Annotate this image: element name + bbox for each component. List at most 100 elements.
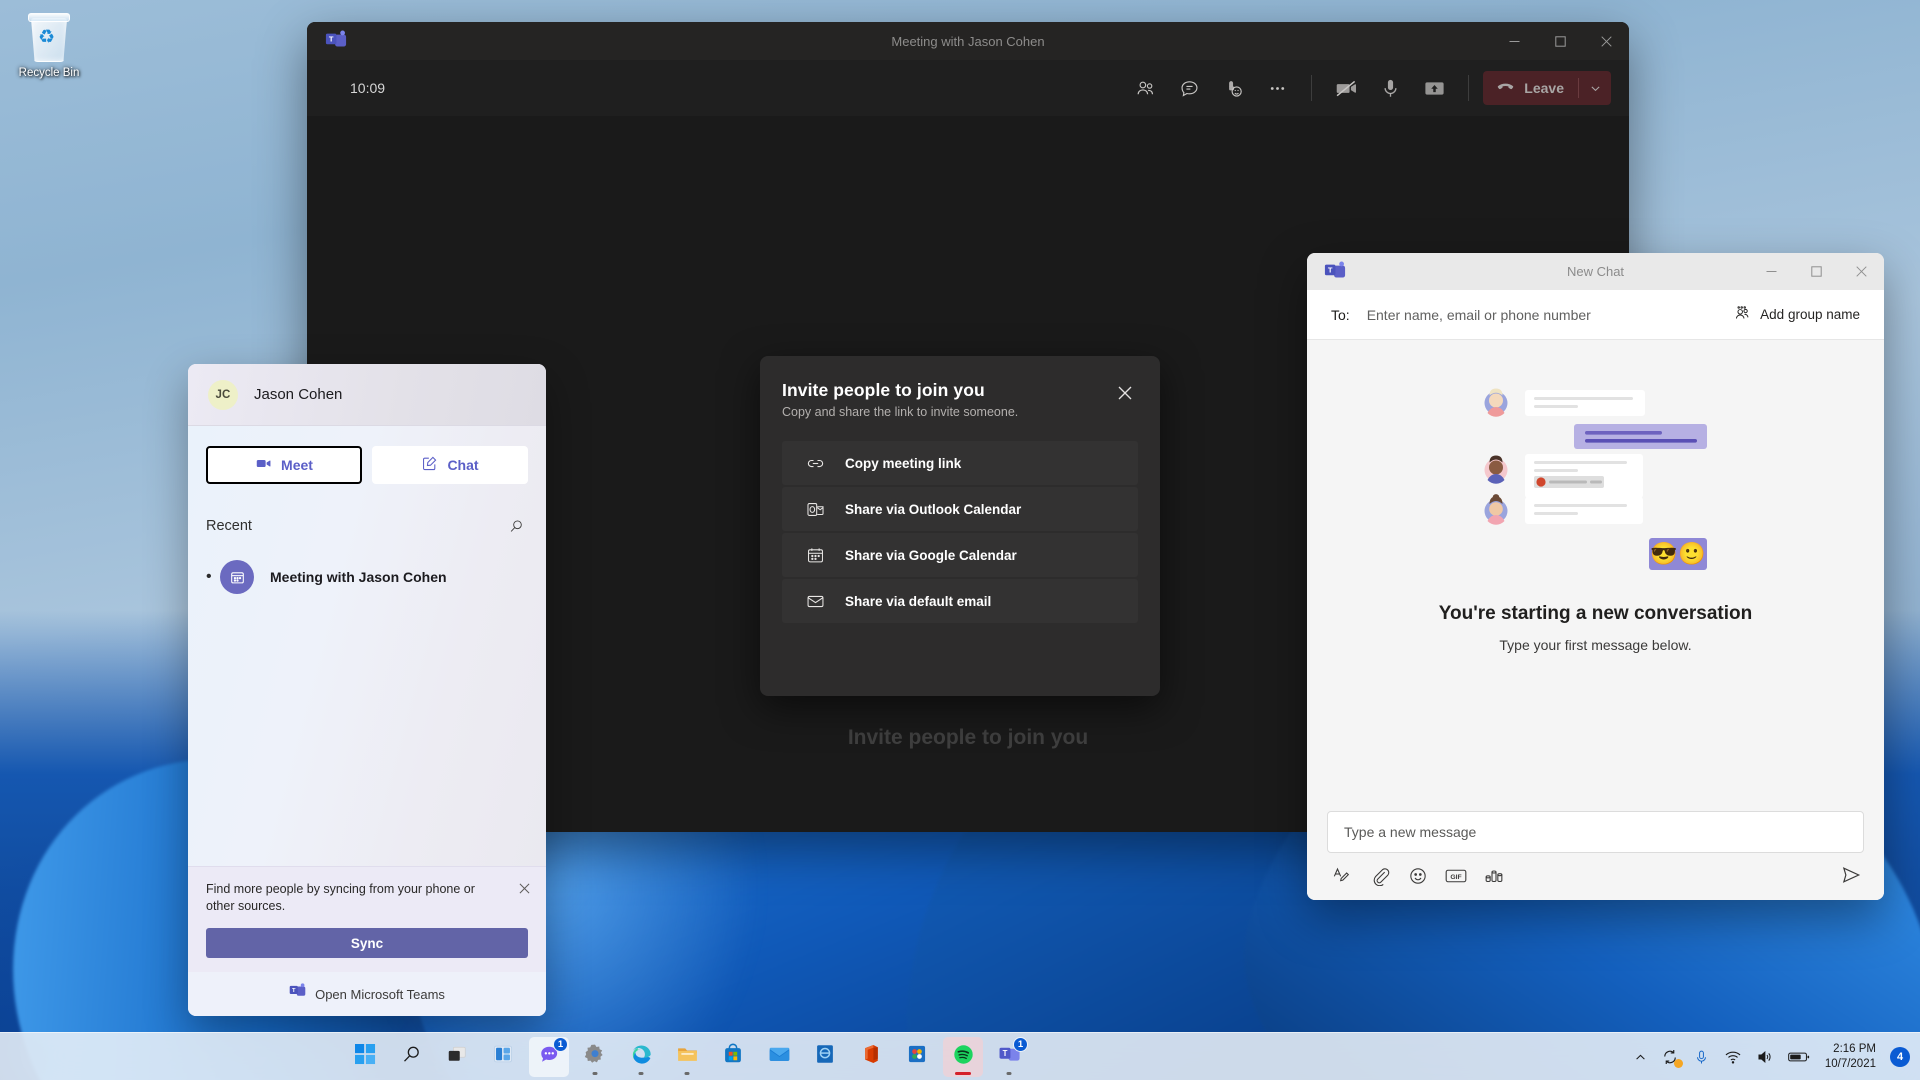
maximize-button[interactable] <box>1794 253 1839 290</box>
list-item-label: Meeting with Jason Cohen <box>270 569 447 585</box>
running-indicator <box>1007 1072 1012 1075</box>
mail-button[interactable] <box>759 1037 799 1077</box>
microphone-icon[interactable] <box>1370 70 1410 106</box>
share-outlook-calendar-button[interactable]: Share via Outlook Calendar <box>782 487 1138 531</box>
meeting-titlebar[interactable]: T Meeting with Jason Cohen <box>307 22 1629 60</box>
meeting-window-controls[interactable] <box>1491 22 1629 60</box>
task-view-button[interactable] <box>437 1037 477 1077</box>
invite-option-label: Share via Outlook Calendar <box>845 502 1021 517</box>
recipient-input[interactable] <box>1367 307 1729 323</box>
add-group-icon <box>1733 304 1751 325</box>
new-chat-window[interactable]: T New Chat To: <box>1307 253 1884 900</box>
invite-dialog[interactable]: Invite people to join you Copy and share… <box>760 356 1160 696</box>
teams-mini-window[interactable]: JC Jason Cohen Meet <box>188 364 546 1016</box>
sync-button[interactable]: Sync <box>206 928 528 958</box>
camera-off-icon[interactable] <box>1326 70 1366 106</box>
close-icon[interactable] <box>1112 380 1138 406</box>
toolbar-divider <box>1311 75 1312 101</box>
settings-button[interactable] <box>575 1037 615 1077</box>
close-button[interactable] <box>1839 253 1884 290</box>
open-teams-button[interactable]: T Open Microsoft Teams <box>188 972 546 1016</box>
message-input[interactable] <box>1327 811 1864 853</box>
meeting-toolbar[interactable]: 10:09 <box>307 60 1629 116</box>
teams-button[interactable]: T 1 <box>989 1037 1029 1077</box>
recipient-row[interactable]: To: Add group name <box>1307 290 1884 340</box>
volume-icon[interactable] <box>1749 1038 1781 1076</box>
svg-text:GIF: GIF <box>1450 874 1461 881</box>
sync-banner: Find more people by syncing from your ph… <box>188 866 546 972</box>
clock-date: 10/7/2021 <box>1825 1057 1876 1072</box>
windows-logo-icon <box>355 1044 376 1070</box>
share-google-calendar-button[interactable]: Share via Google Calendar <box>782 533 1138 577</box>
empty-state-heading: You're starting a new conversation <box>1439 603 1753 625</box>
colorapp-button[interactable] <box>897 1037 937 1077</box>
chevron-up-icon[interactable] <box>1627 1038 1654 1076</box>
people-icon[interactable] <box>1125 70 1165 106</box>
list-item[interactable]: • Meeting with Jason Cohen <box>206 557 528 597</box>
teams-logo-icon: T <box>1324 261 1346 283</box>
link-icon <box>805 453 825 473</box>
reactions-icon[interactable] <box>1213 70 1253 106</box>
close-icon[interactable] <box>515 879 533 897</box>
spotify-icon <box>952 1043 975 1071</box>
teams-mini-tabs: Meet Chat <box>206 446 528 484</box>
add-group-name-button[interactable]: Add group name <box>1729 299 1864 330</box>
toolbar-divider <box>1468 75 1469 101</box>
copy-meeting-link-button[interactable]: Copy meeting link <box>782 441 1138 485</box>
folder-icon <box>676 1043 699 1071</box>
chevron-down-icon[interactable] <box>1579 71 1611 105</box>
edge-icon <box>630 1043 653 1071</box>
file-explorer-button[interactable] <box>667 1037 707 1077</box>
start-button[interactable] <box>345 1037 385 1077</box>
sync-icon[interactable] <box>1654 1038 1686 1076</box>
invite-option-label: Copy meeting link <box>845 456 961 471</box>
bluebox-button[interactable] <box>805 1037 845 1077</box>
recent-section-header: Recent <box>206 514 528 538</box>
sync-button-label: Sync <box>351 936 383 951</box>
desktop-icon-recycle-bin[interactable]: ♻ Recycle Bin <box>8 8 90 80</box>
spotify-button[interactable] <box>943 1037 983 1077</box>
leave-button[interactable]: Leave <box>1483 71 1611 105</box>
meet-button[interactable]: Meet <box>206 446 362 484</box>
sync-status-dot <box>1674 1059 1683 1068</box>
emoji-icon[interactable] <box>1407 865 1429 887</box>
meet-button-label: Meet <box>281 457 313 473</box>
minimize-button[interactable] <box>1491 22 1537 60</box>
edge-button[interactable] <box>621 1037 661 1077</box>
chat-button[interactable]: 1 <box>529 1037 569 1077</box>
share-screen-icon[interactable] <box>1414 70 1454 106</box>
clock[interactable]: 2:16 PM 10/7/2021 <box>1817 1037 1886 1077</box>
minimize-button[interactable] <box>1749 253 1794 290</box>
new-chat-window-controls[interactable] <box>1749 253 1884 290</box>
widgets-button[interactable] <box>483 1037 523 1077</box>
close-button[interactable] <box>1583 22 1629 60</box>
more-options-icon[interactable] <box>1257 70 1297 106</box>
compose-icon <box>421 455 438 475</box>
running-indicator <box>955 1072 971 1075</box>
poll-icon[interactable] <box>1483 865 1505 887</box>
format-icon[interactable] <box>1331 865 1353 887</box>
maximize-button[interactable] <box>1537 22 1583 60</box>
send-icon[interactable] <box>1840 864 1864 888</box>
battery-icon[interactable] <box>1781 1038 1817 1076</box>
svg-text:T: T <box>1002 1048 1007 1057</box>
microphone-icon[interactable] <box>1686 1038 1717 1076</box>
attach-icon[interactable] <box>1369 865 1391 887</box>
chat-icon[interactable] <box>1169 70 1209 106</box>
invite-option-label: Share via Google Calendar <box>845 548 1017 563</box>
new-chat-empty-state: 😎 🙂 You're starting a new conversation T… <box>1307 340 1884 801</box>
chat-button[interactable]: Chat <box>372 446 528 484</box>
task-view-icon <box>446 1043 468 1070</box>
search-button[interactable] <box>391 1037 431 1077</box>
office-button[interactable] <box>851 1037 891 1077</box>
system-tray[interactable]: 2:16 PM 10/7/2021 4 <box>1627 1033 1920 1081</box>
wifi-icon[interactable] <box>1717 1038 1749 1076</box>
new-chat-titlebar[interactable]: T New Chat <box>1307 253 1884 290</box>
search-icon[interactable] <box>504 514 528 538</box>
store-button[interactable] <box>713 1037 753 1077</box>
notification-badge[interactable]: 4 <box>1890 1047 1910 1067</box>
taskbar[interactable]: 1 <box>0 1032 1920 1080</box>
gif-icon[interactable]: GIF <box>1445 865 1467 887</box>
app-tile-icon <box>906 1043 928 1070</box>
share-default-email-button[interactable]: Share via default email <box>782 579 1138 623</box>
